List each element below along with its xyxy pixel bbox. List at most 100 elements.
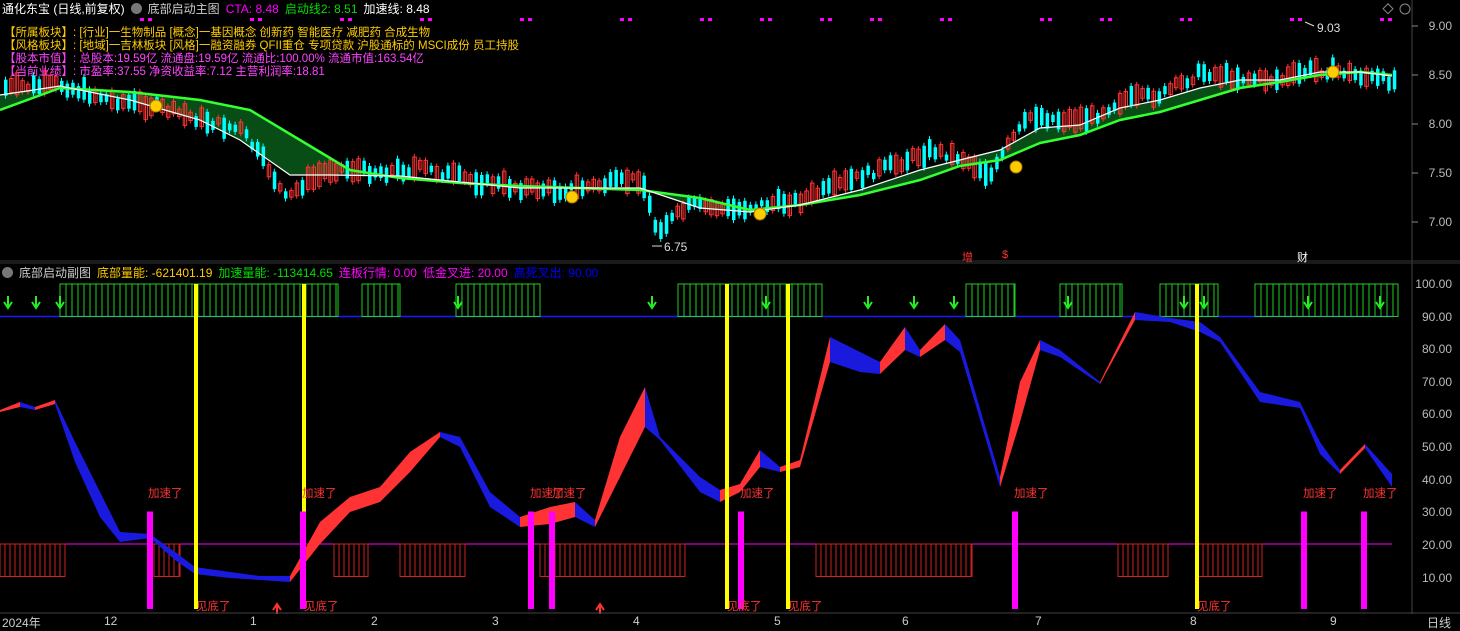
x-axis-month: 9 bbox=[1330, 614, 1337, 628]
candle-body bbox=[256, 141, 260, 157]
momentum-ribbon bbox=[800, 337, 830, 467]
signal-magenta-bar bbox=[1012, 511, 1018, 609]
candle-body bbox=[1224, 62, 1229, 83]
marker-dollar[interactable]: $ bbox=[1002, 249, 1008, 261]
candle-body bbox=[508, 179, 512, 198]
signal-dot bbox=[520, 18, 524, 21]
candle-body bbox=[407, 167, 411, 177]
signal-dot bbox=[140, 18, 144, 21]
down-arrow-icon bbox=[3, 296, 13, 310]
momentum-ribbon bbox=[945, 324, 960, 352]
candle-body bbox=[446, 165, 450, 179]
dijin-value: 低金叉进: 20.00 bbox=[422, 266, 508, 280]
sub-y-100: 100.00 bbox=[1415, 277, 1452, 291]
signal-dot bbox=[760, 18, 764, 21]
candle-body bbox=[1381, 71, 1386, 82]
signal-magenta-bar bbox=[147, 511, 153, 609]
momentum-ribbon bbox=[880, 327, 905, 374]
green-zone bbox=[1059, 283, 1123, 317]
candle-body bbox=[614, 169, 618, 188]
down-arrow-icon bbox=[1199, 296, 1209, 310]
candle-body bbox=[1017, 124, 1022, 132]
momentum-ribbon bbox=[1220, 337, 1260, 402]
settings-icon bbox=[1399, 3, 1411, 15]
momentum-ribbon bbox=[1000, 382, 1020, 487]
candle-body bbox=[603, 178, 607, 194]
momentum-ribbon bbox=[100, 492, 120, 542]
sub-y-30: 30.00 bbox=[1421, 505, 1452, 519]
candle-body bbox=[670, 212, 674, 222]
down-arrow-icon bbox=[55, 296, 65, 310]
signal-magenta-bar bbox=[528, 511, 534, 609]
momentum-ribbon bbox=[1200, 322, 1220, 342]
candle-body bbox=[866, 165, 870, 175]
period-label[interactable]: 日线 bbox=[1427, 614, 1451, 631]
candle-body bbox=[65, 83, 70, 98]
sub-dropdown-icon[interactable] bbox=[2, 267, 13, 278]
momentum-ribbon bbox=[0, 402, 20, 412]
sub-y-40: 40.00 bbox=[1421, 473, 1452, 487]
candle-body bbox=[1196, 63, 1201, 78]
candle-body bbox=[1146, 87, 1150, 100]
sub-chart-canvas[interactable] bbox=[0, 262, 1460, 614]
signal-dot bbox=[1040, 18, 1044, 21]
candle-body bbox=[860, 170, 865, 188]
down-arrow-icon bbox=[863, 296, 873, 310]
gaosi-value: 高死叉出: 90.00 bbox=[513, 266, 599, 280]
red-zone bbox=[815, 543, 973, 577]
y-label-8: 8.00 bbox=[1428, 117, 1452, 131]
momentum-ribbon bbox=[75, 442, 100, 517]
momentum-ribbon bbox=[575, 502, 595, 527]
stock-title[interactable]: 通化东宝 (日线,前复权) bbox=[2, 2, 125, 16]
candle-body bbox=[849, 168, 854, 190]
signal-yellow-line bbox=[1195, 284, 1199, 609]
momentum-ribbon bbox=[760, 450, 780, 472]
candle-body bbox=[782, 193, 786, 214]
main-indicator-name[interactable]: 底部启动主图 bbox=[148, 2, 220, 16]
down-arrow-icon bbox=[1179, 296, 1189, 310]
signal-dot bbox=[250, 18, 254, 21]
tag-bottom: 见底了 bbox=[1197, 601, 1232, 613]
momentum-ribbon bbox=[260, 576, 290, 582]
momentum-ribbon bbox=[1300, 402, 1320, 454]
momentum-ribbon bbox=[1260, 392, 1300, 408]
candle-body bbox=[821, 181, 826, 196]
red-zone bbox=[539, 543, 686, 577]
jiasu-line bbox=[0, 71, 1393, 213]
candle-body bbox=[989, 167, 994, 182]
candle-body bbox=[552, 180, 557, 203]
momentum-ribbon bbox=[440, 432, 460, 447]
candle-body bbox=[642, 175, 646, 199]
signal-dot bbox=[428, 18, 432, 21]
price-low-label: 6.75 bbox=[664, 240, 688, 254]
candle-body bbox=[1236, 67, 1240, 91]
candle-body bbox=[485, 174, 490, 185]
y-label-9: 9.00 bbox=[1428, 19, 1452, 33]
coin-icon bbox=[1326, 65, 1340, 79]
momentum-ribbon bbox=[860, 352, 880, 374]
candle-body bbox=[1034, 106, 1038, 131]
coin-icon bbox=[149, 99, 163, 113]
momentum-ribbon bbox=[320, 497, 350, 544]
candle-body bbox=[1023, 111, 1027, 129]
sub-y-50: 50.00 bbox=[1421, 440, 1452, 454]
high-arrow bbox=[1304, 21, 1315, 27]
sub-indicator-name[interactable]: 底部启动副图 bbox=[19, 266, 91, 280]
candle-body bbox=[1040, 107, 1044, 126]
sub-y-60: 60.00 bbox=[1421, 407, 1452, 421]
candle-body bbox=[284, 191, 288, 199]
candle-body bbox=[1387, 76, 1391, 91]
candle-body bbox=[1202, 64, 1206, 82]
momentum-ribbon bbox=[120, 532, 150, 542]
momentum-ribbon bbox=[1060, 350, 1100, 384]
signal-dot bbox=[348, 18, 352, 21]
candle-body bbox=[1163, 86, 1167, 95]
indicator-dropdown-icon[interactable] bbox=[130, 3, 142, 14]
signal-yellow-line bbox=[725, 284, 729, 609]
candle-body bbox=[760, 200, 764, 207]
momentum-ribbon bbox=[1365, 444, 1392, 487]
momentum-ribbon bbox=[595, 437, 620, 527]
candle-body bbox=[1051, 114, 1055, 122]
candle-body bbox=[793, 192, 798, 205]
lianban-value: 连板行情: 0.00 bbox=[338, 266, 417, 280]
